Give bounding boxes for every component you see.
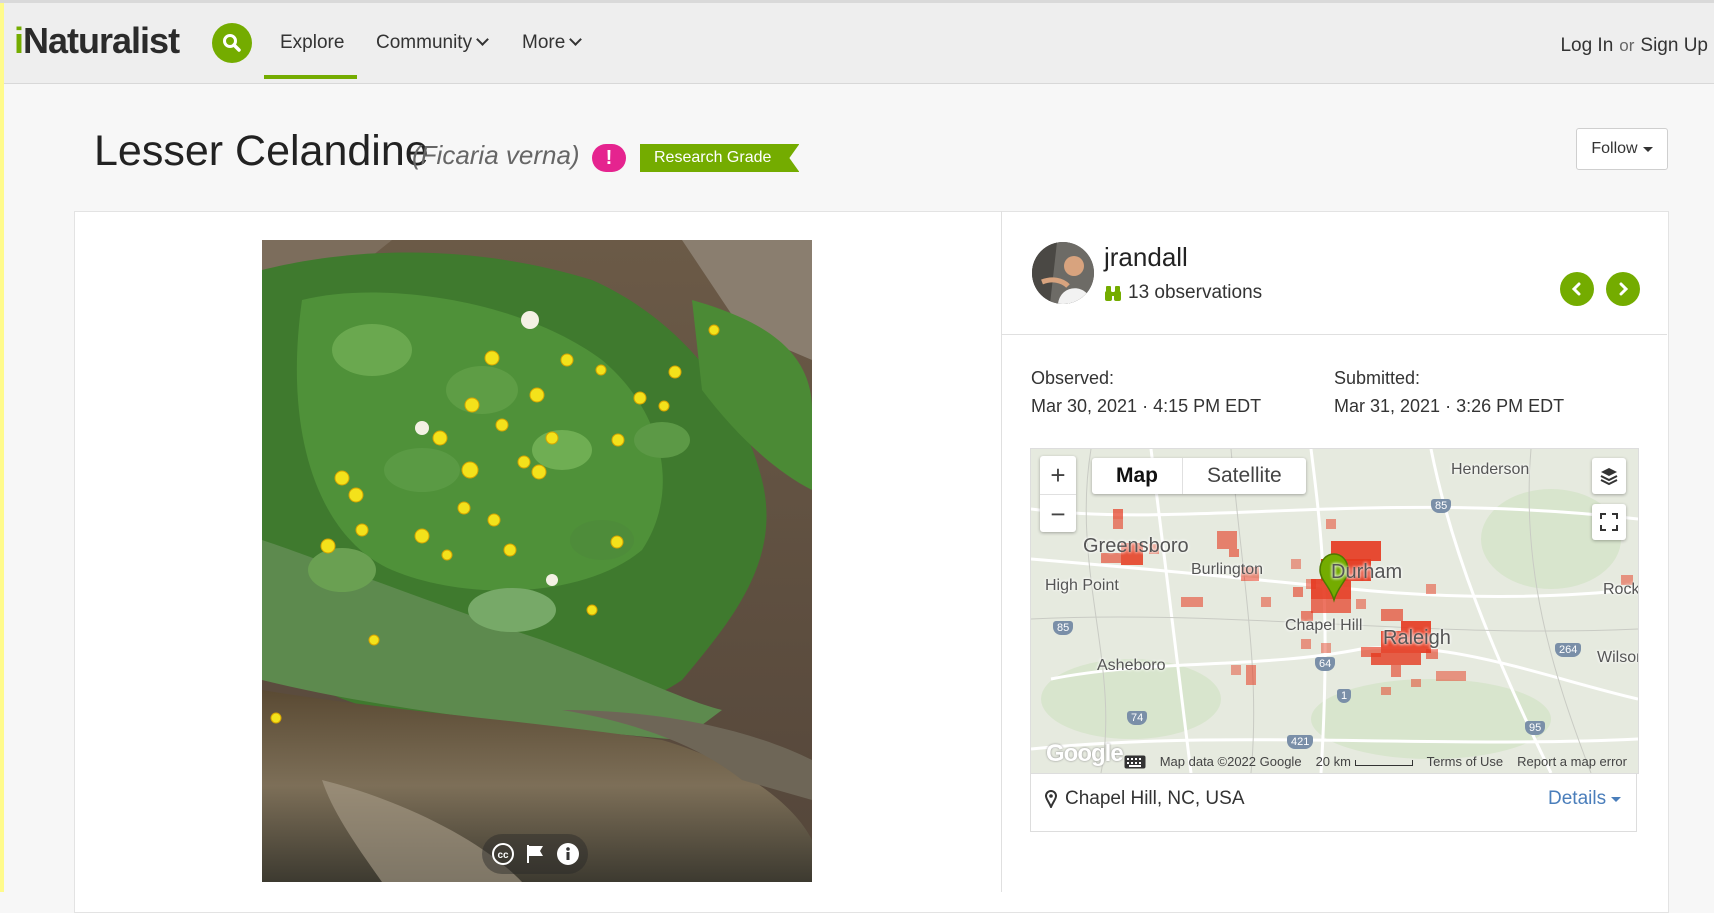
observations-count-label: 13 observations	[1128, 282, 1263, 303]
location-details-dropdown[interactable]: Details	[1548, 788, 1622, 810]
info-icon[interactable]	[556, 842, 580, 866]
caret-down-icon	[1611, 796, 1622, 802]
map-type-satellite-button[interactable]: Satellite	[1183, 458, 1306, 494]
or-text: or	[1619, 36, 1635, 55]
observer-observations[interactable]: 13 observations	[1104, 282, 1262, 304]
active-tab-underline	[264, 75, 357, 79]
chevron-right-icon	[1619, 282, 1629, 296]
report-map-error-link[interactable]: Report a map error	[1517, 754, 1627, 769]
nav-community[interactable]: Community	[376, 31, 489, 55]
inaturalist-logo[interactable]: iNaturalist	[14, 19, 180, 63]
flag-icon[interactable]	[523, 842, 547, 866]
next-observation-button[interactable]	[1606, 272, 1640, 306]
map-fullscreen-button[interactable]	[1592, 504, 1626, 540]
map-scale[interactable]: 20 km	[1316, 754, 1413, 769]
observation-map[interactable]: Henderson Greensboro Burlington High Point D…	[1030, 448, 1639, 774]
map-attribution: Map data ©2022 Google 20 km Terms of Use…	[1030, 751, 1637, 772]
follow-button[interactable]: Follow	[1576, 128, 1668, 170]
zoom-in-button[interactable]: +	[1040, 456, 1076, 495]
map-canvas	[1031, 449, 1638, 773]
map-data-credit[interactable]: Map data ©2022 Google	[1160, 754, 1302, 769]
site-header: iNaturalist Explore Community More Log I…	[4, 3, 1714, 84]
layers-icon	[1600, 468, 1618, 486]
avatar[interactable]	[1032, 242, 1094, 304]
zoom-out-button[interactable]: −	[1040, 495, 1076, 533]
nav-more[interactable]: More	[522, 31, 583, 55]
submitted-label: Submitted:	[1334, 368, 1421, 388]
page-title: Lesser Celandine	[94, 127, 429, 175]
terms-of-use-link[interactable]: Terms of Use	[1427, 754, 1504, 769]
map-type-control: Map Satellite	[1092, 458, 1306, 494]
creative-commons-icon[interactable]: cc	[491, 842, 515, 866]
keyboard-icon[interactable]	[1124, 755, 1146, 769]
flag-alert-badge[interactable]: !	[592, 144, 626, 172]
map-zoom-control: + −	[1040, 456, 1076, 532]
chevron-down-icon	[569, 33, 583, 46]
location: Chapel Hill, NC, USA	[1045, 788, 1245, 810]
search-icon	[223, 34, 241, 52]
fullscreen-icon	[1600, 513, 1618, 531]
left-edge-stripe	[0, 0, 4, 892]
submitted-date: Mar 31, 2021 · 3:26 PM EDT	[1334, 396, 1565, 416]
column-divider	[1001, 211, 1002, 892]
quality-grade-badge: Research Grade	[640, 144, 799, 172]
auth-links: Log In or Sign Up	[1560, 35, 1708, 57]
observed-label: Observed:	[1031, 368, 1115, 388]
binoculars-icon	[1105, 286, 1121, 301]
map-pin-icon	[1045, 790, 1057, 808]
nav-explore[interactable]: Explore	[280, 31, 344, 55]
scientific-name: (Ficaria verna)	[412, 140, 580, 170]
map-scale-label: 20 km	[1315, 754, 1351, 769]
details-label: Details	[1548, 788, 1607, 809]
nav-community-label: Community	[376, 32, 473, 53]
chevron-left-icon	[1571, 282, 1581, 296]
previous-observation-button[interactable]	[1560, 272, 1594, 306]
nav-more-label: More	[522, 32, 566, 53]
location-name: Chapel Hill, NC, USA	[1065, 788, 1245, 809]
flower-photo-image	[262, 240, 812, 882]
observation-photo[interactable]	[262, 240, 812, 882]
search-button[interactable]	[212, 23, 252, 63]
map-type-map-button[interactable]: Map	[1092, 458, 1183, 494]
chevron-down-icon	[476, 33, 489, 46]
observed-date: Mar 30, 2021 · 4:15 PM EDT	[1031, 396, 1262, 416]
photo-controls: cc	[482, 834, 588, 874]
follow-label: Follow	[1591, 140, 1638, 157]
login-link[interactable]: Log In	[1560, 35, 1613, 56]
svg-text:cc: cc	[497, 850, 509, 861]
map-layers-button[interactable]	[1592, 458, 1626, 494]
observer-username[interactable]: jrandall	[1104, 242, 1188, 273]
caret-down-icon	[1642, 146, 1653, 152]
signup-link[interactable]: Sign Up	[1640, 35, 1708, 56]
observer-divider	[1002, 334, 1667, 335]
